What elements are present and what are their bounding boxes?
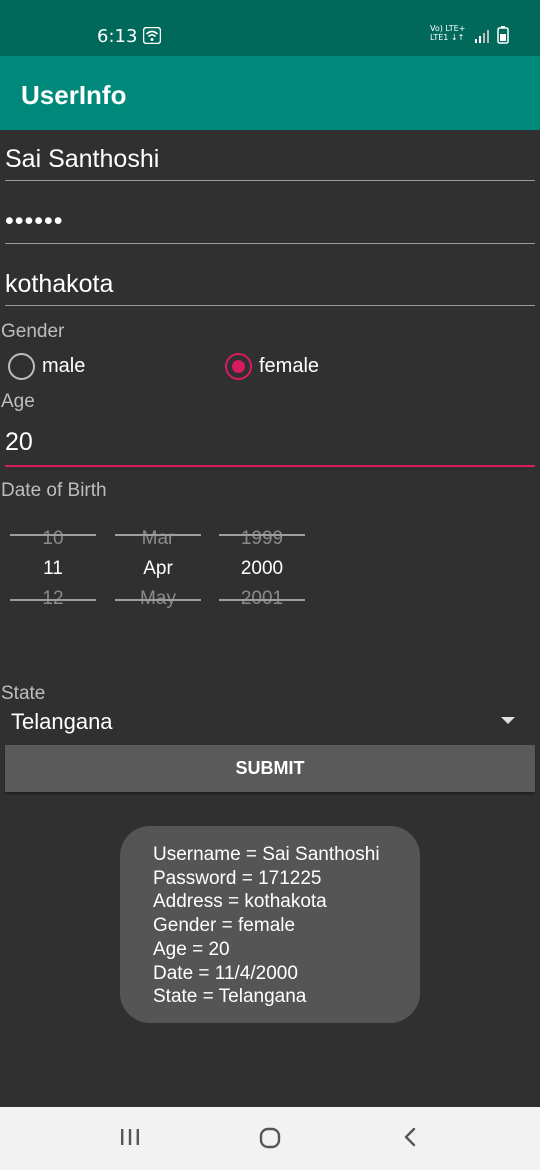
month-divider-bottom — [115, 599, 201, 601]
day-prev[interactable]: 10 — [10, 524, 96, 554]
toast-line: Age = 20 — [153, 938, 230, 960]
state-label: State — [1, 683, 46, 704]
year-picker[interactable]: 1999 2000 2001 — [219, 524, 305, 614]
year-divider-bottom — [219, 599, 305, 601]
month-selected[interactable]: Apr — [115, 554, 201, 584]
address-field[interactable]: kothakota — [5, 270, 535, 306]
dob-label: Date of Birth — [1, 480, 107, 501]
app-bar: UserInfo — [0, 56, 540, 130]
password-field[interactable]: •••••• — [5, 207, 535, 244]
toast-line: State = Telangana — [153, 986, 307, 1008]
gender-label: Gender — [1, 321, 65, 342]
male-radio[interactable] — [8, 353, 35, 380]
network-type-indicator: Vo) LTE+ LTE1 ↓↑ — [430, 24, 466, 42]
day-divider-top — [10, 534, 96, 536]
day-selected[interactable]: 11 — [10, 554, 96, 584]
female-radio[interactable] — [225, 353, 252, 380]
toast-line: Password = 171225 — [153, 867, 322, 889]
recents-icon[interactable] — [119, 1126, 141, 1148]
toast-line: Date = 11/4/2000 — [153, 962, 298, 984]
status-time: 6:13 — [97, 26, 138, 47]
back-icon[interactable] — [400, 1126, 422, 1148]
battery-icon — [497, 26, 509, 44]
month-divider-top — [115, 534, 201, 536]
toast-line: Gender = female — [153, 915, 296, 937]
submit-button[interactable]: SUBMIT — [5, 745, 535, 792]
year-divider-top — [219, 534, 305, 536]
day-picker[interactable]: 10 11 12 — [10, 524, 96, 614]
age-field[interactable]: 20 — [5, 428, 535, 467]
username-field[interactable]: Sai Santhoshi — [5, 145, 535, 181]
navigation-bar — [0, 1107, 540, 1170]
dropdown-arrow-icon[interactable] — [501, 717, 515, 724]
month-prev[interactable]: Mar — [115, 524, 201, 554]
male-radio-label[interactable]: male — [42, 355, 85, 378]
female-radio-label[interactable]: female — [259, 355, 319, 378]
wifi-icon — [143, 27, 161, 44]
day-divider-bottom — [10, 599, 96, 601]
status-bar: 6:13 Vo) LTE+ LTE1 ↓↑ — [0, 0, 540, 56]
toast-line: Username = Sai Santhoshi — [153, 844, 380, 865]
year-selected[interactable]: 2000 — [219, 554, 305, 584]
year-prev[interactable]: 1999 — [219, 524, 305, 554]
home-icon[interactable] — [258, 1126, 282, 1150]
signal-icon — [475, 30, 489, 43]
toast-message: Username = Sai Santhoshi Password = 1712… — [120, 826, 420, 1023]
state-spinner[interactable]: Telangana — [11, 709, 113, 735]
app-title: UserInfo — [21, 80, 127, 110]
toast-line: Address = kothakota — [153, 891, 327, 913]
age-label: Age — [1, 391, 35, 412]
month-picker[interactable]: Mar Apr May — [115, 524, 201, 614]
